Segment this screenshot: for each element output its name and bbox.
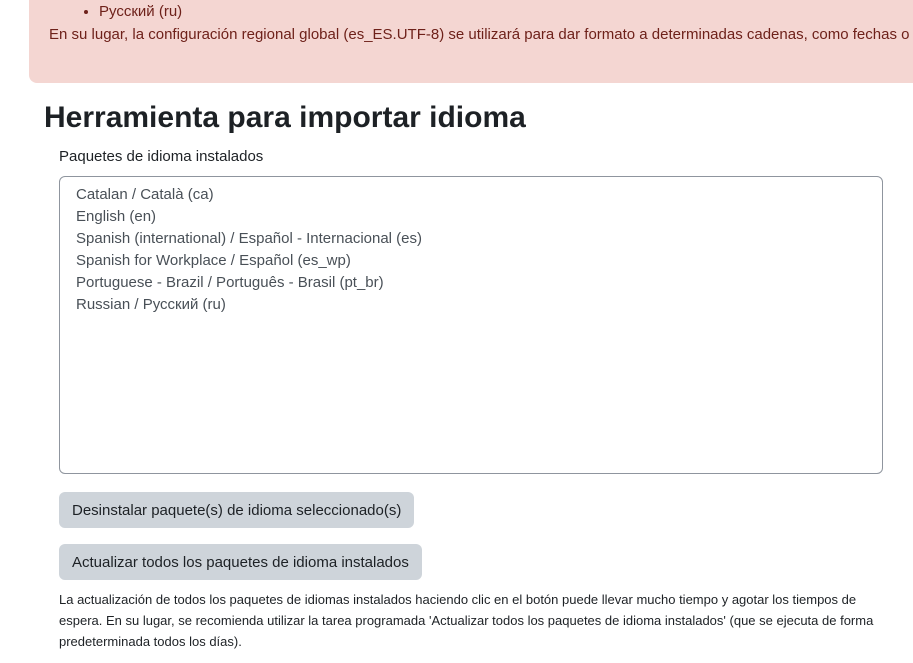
pack-option[interactable]: Spanish for Workplace / Español (es_wp) xyxy=(76,250,866,272)
pack-option[interactable]: Catalan / Català (ca) xyxy=(76,184,866,206)
page-title: Herramienta para importar idioma xyxy=(44,101,526,134)
pack-option[interactable]: Spanish (international) / Español - Inte… xyxy=(76,228,866,250)
uninstall-button[interactable]: Desinstalar paquete(s) de idioma selecci… xyxy=(59,492,415,528)
installed-packs-select[interactable]: Catalan / Català (ca) English (en) Spani… xyxy=(59,176,883,474)
update-note: La actualización de todos los paquetes d… xyxy=(59,592,874,649)
pack-option[interactable]: Portuguese - Brazil / Português - Brasil… xyxy=(76,272,866,294)
update-all-button[interactable]: Actualizar todos los paquetes de idioma … xyxy=(59,544,422,580)
alert-list-item: Русский (ru) xyxy=(99,3,182,20)
alert-message: En su lugar, la configuración regional g… xyxy=(49,26,910,43)
pack-option[interactable]: Russian / Русский (ru) xyxy=(76,294,866,316)
warning-alert: Русский (ru) En su lugar, la configuraci… xyxy=(29,0,913,83)
pack-option[interactable]: English (en) xyxy=(76,206,866,228)
installed-packs-label: Paquetes de idioma instalados xyxy=(59,148,264,165)
